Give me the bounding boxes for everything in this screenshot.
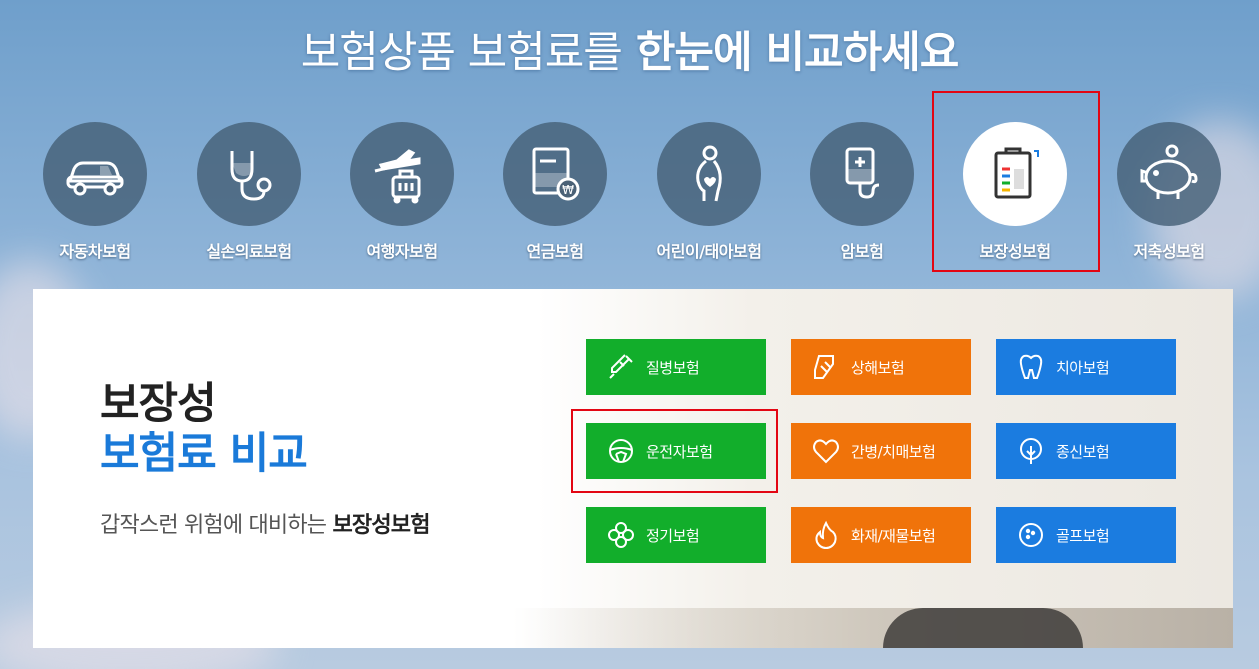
car-icon (66, 161, 124, 196)
page-headline: 보험상품 보험료를 한눈에 비교하세요 (0, 18, 1259, 80)
tree-icon (1020, 438, 1042, 464)
category-medical-insurance[interactable]: 실손의료보험 (174, 122, 324, 262)
category-car-insurance[interactable]: 자동차보험 (20, 122, 170, 262)
syringe-icon (609, 354, 633, 379)
flame-icon (815, 520, 837, 550)
bandage-icon (814, 355, 834, 379)
category-label: 연금보험 (526, 242, 584, 261)
panel-subtitle-prefix: 갑작스런 위험에 대비하는 (100, 513, 327, 538)
dental-insurance-button[interactable]: 치아보험 (996, 339, 1176, 395)
button-label: 화재/재물보험 (851, 526, 936, 545)
tooth-icon (1019, 354, 1043, 379)
button-label: 상해보험 (851, 358, 905, 377)
button-label: 질병보험 (646, 358, 700, 377)
category-pension-insurance[interactable]: ₩ 연금보험 (480, 122, 630, 262)
panel-title-line1: 보장성 (100, 379, 217, 429)
category-savings-insurance[interactable]: 저축성보험 (1094, 122, 1244, 262)
category-label: 자동차보험 (59, 242, 131, 261)
travel-icon (374, 149, 421, 204)
headline-light: 보험상품 보험료를 (300, 28, 623, 78)
category-travel-insurance[interactable]: 여행자보험 (327, 122, 477, 262)
svg-text:₩: ₩ (562, 183, 574, 197)
iv-bag-icon (845, 147, 880, 199)
pension-icon: ₩ (532, 147, 580, 201)
term-insurance-button[interactable]: 정기보험 (586, 507, 766, 563)
button-label: 정기보험 (646, 526, 700, 545)
golf-ball-icon (1019, 523, 1043, 547)
button-label: 치아보험 (1056, 358, 1110, 377)
pregnant-icon (696, 145, 722, 202)
piggy-bank-icon (1140, 144, 1198, 199)
button-label: 골프보험 (1056, 526, 1110, 545)
headline-bold: 한눈에 비교하세요 (635, 28, 959, 78)
care-dementia-insurance-button[interactable]: 간병/치매보험 (791, 423, 971, 479)
disease-insurance-button[interactable]: 질병보험 (586, 339, 766, 395)
panel-subtitle: 갑작스런 위험에 대비하는 보장성보험 (100, 507, 430, 539)
golf-insurance-button[interactable]: 골프보험 (996, 507, 1176, 563)
category-label: 암보험 (840, 242, 884, 261)
button-label: 종신보험 (1056, 442, 1110, 461)
category-label: 저축성보험 (1133, 242, 1205, 261)
category-label: 여행자보험 (366, 242, 438, 261)
selected-button-highlight (571, 409, 778, 493)
button-label: 간병/치매보험 (851, 442, 936, 461)
fire-property-insurance-button[interactable]: 화재/재물보험 (791, 507, 971, 563)
background-chair (883, 608, 1083, 648)
heart-icon (813, 439, 839, 464)
category-label: 실손의료보험 (206, 242, 292, 261)
category-child-insurance[interactable]: 어린이/태아보험 (634, 122, 784, 262)
panel-title: 보장성 보험료 비교 (100, 379, 308, 479)
category-cancer-insurance[interactable]: 암보험 (787, 122, 937, 262)
accident-insurance-button[interactable]: 상해보험 (791, 339, 971, 395)
clover-icon (608, 522, 634, 548)
panel-title-line2: 보험료 비교 (100, 429, 308, 479)
selected-category-highlight (932, 91, 1100, 272)
stethoscope-icon (230, 151, 272, 201)
whole-life-insurance-button[interactable]: 종신보험 (996, 423, 1176, 479)
category-label: 어린이/태아보험 (656, 242, 762, 261)
panel-subtitle-bold: 보장성보험 (332, 513, 430, 538)
